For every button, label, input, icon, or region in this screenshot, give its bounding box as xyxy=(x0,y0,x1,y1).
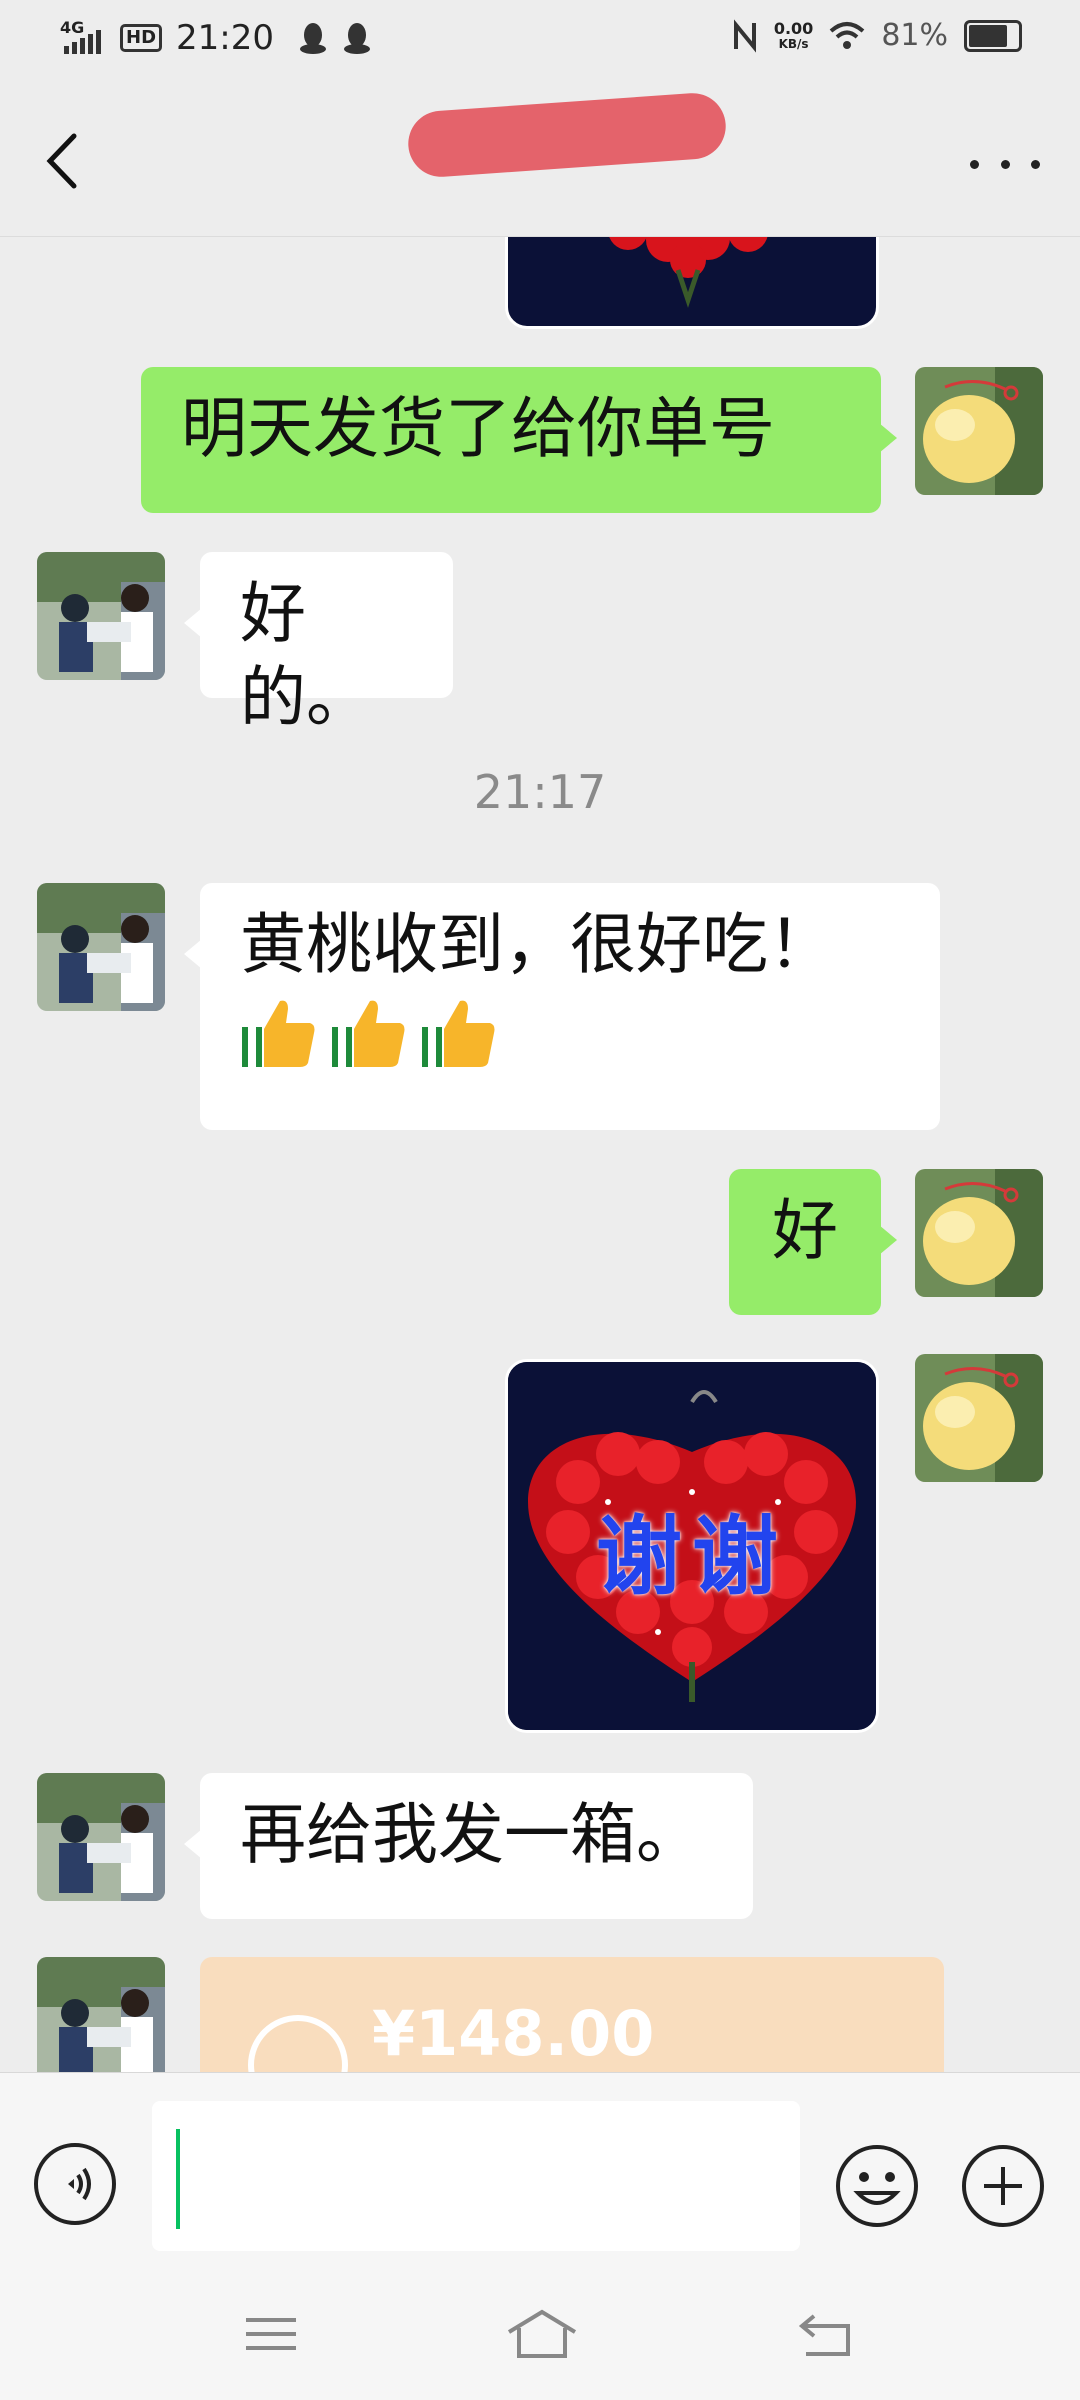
message-bubble-received[interactable]: 再给我发一箱。 xyxy=(184,1773,753,1919)
more-button[interactable] xyxy=(970,144,1040,184)
menu-button[interactable] xyxy=(236,2304,306,2364)
transfer-amount: ¥148.00 xyxy=(372,1997,655,2070)
thumbs-up-icon xyxy=(422,1000,495,1067)
home-button[interactable] xyxy=(505,2304,577,2364)
wifi-icon xyxy=(829,21,865,49)
back-nav-button[interactable] xyxy=(790,2304,860,2364)
redaction-mark xyxy=(406,90,728,180)
status-bar: 4G HD 21:20 0.00 KB/s 81% xyxy=(0,0,1080,84)
battery-percent: 81% xyxy=(881,18,948,53)
network-speed: 0.00 KB/s xyxy=(773,18,814,51)
my-avatar[interactable] xyxy=(915,367,1043,495)
home-icon xyxy=(507,2309,577,2358)
message-bubble-received[interactable]: 好的。 xyxy=(184,552,453,736)
message-text: 黄桃收到，很好吃！ xyxy=(240,906,834,983)
my-avatar[interactable] xyxy=(915,1169,1043,1297)
clock: 21:20 xyxy=(176,18,274,58)
more-functions-button[interactable] xyxy=(960,2143,1046,2229)
contact-avatar[interactable] xyxy=(37,1957,165,2072)
message-list[interactable]: 明天发货了给你单号 好的。 21:17 黄桃收到，很好吃！ 好 谢谢 再给我发一… xyxy=(0,237,1080,2072)
hd-badge: HD xyxy=(120,24,163,52)
contact-avatar[interactable] xyxy=(37,1773,165,1901)
input-bar xyxy=(0,2072,1080,2261)
more-dots-icon xyxy=(970,159,979,169)
transfer-received-icon xyxy=(248,2015,348,2072)
battery-icon xyxy=(964,19,1022,52)
contact-avatar[interactable] xyxy=(37,552,165,680)
emoji-icon xyxy=(836,2145,918,2227)
back-arrow-icon xyxy=(798,2314,850,2356)
plus-icon xyxy=(962,2145,1044,2227)
back-button[interactable] xyxy=(36,126,96,196)
message-bubble-received[interactable]: 黄桃收到，很好吃！ xyxy=(184,883,940,1130)
thumbs-up-icon xyxy=(242,1000,315,1067)
text-caret xyxy=(176,2129,180,2229)
qq-icon xyxy=(300,23,326,54)
chat-header xyxy=(0,84,1080,237)
message-input[interactable] xyxy=(152,2101,800,2251)
message-bubble-sent[interactable]: 好 xyxy=(729,1169,897,1315)
voice-button[interactable] xyxy=(34,2143,116,2225)
nfc-icon xyxy=(733,18,756,53)
my-avatar[interactable] xyxy=(915,1354,1043,1482)
sticker-message[interactable] xyxy=(505,237,879,329)
voice-icon xyxy=(68,2167,91,2201)
emoji-button[interactable] xyxy=(834,2143,920,2229)
transfer-card[interactable]: ¥148.00 xyxy=(200,1957,944,2072)
qq-icon xyxy=(344,23,370,54)
sticker-message[interactable]: 谢谢 xyxy=(505,1359,879,1733)
thumbs-up-icon xyxy=(332,1000,405,1067)
chevron-left-icon xyxy=(46,133,77,189)
signal-icon: 4G xyxy=(60,20,106,56)
message-timestamp: 21:17 xyxy=(473,765,607,819)
system-nav-bar xyxy=(0,2260,1080,2400)
message-bubble-sent[interactable]: 明天发货了给你单号 xyxy=(141,367,897,513)
contact-avatar[interactable] xyxy=(37,883,165,1011)
thumbs-up-emoji-row xyxy=(240,993,900,1071)
menu-icon xyxy=(246,2318,296,2350)
sticker-text: 谢谢 xyxy=(596,1506,788,1607)
